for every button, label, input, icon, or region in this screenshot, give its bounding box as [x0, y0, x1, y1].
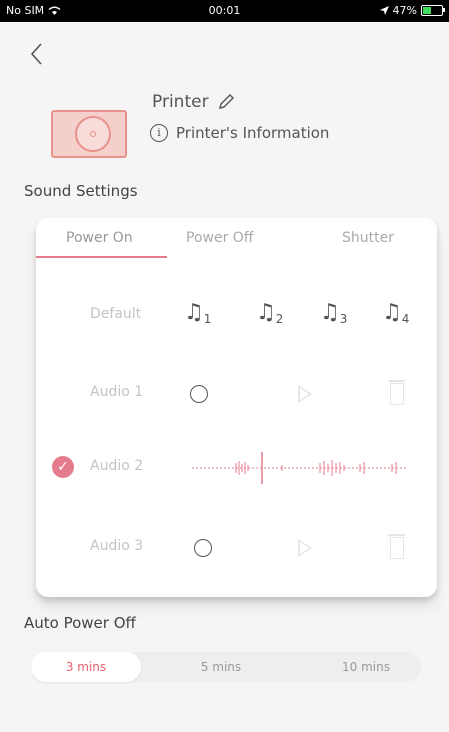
- printer-name-row[interactable]: Printer: [152, 92, 235, 112]
- option-10-mins[interactable]: 10 mins: [321, 652, 411, 682]
- printer-image: [51, 110, 127, 158]
- chevron-left-icon: [30, 43, 42, 65]
- sound-tabs: Power On Power Off Shutter: [36, 218, 437, 258]
- status-bar: No SIM 00:01 47%: [0, 0, 449, 22]
- checkmark-icon: ✓: [52, 456, 74, 478]
- music-note-icon[interactable]: ♫4: [382, 300, 409, 326]
- play-icon[interactable]: [298, 385, 312, 403]
- play-icon[interactable]: [298, 539, 312, 557]
- back-button[interactable]: [26, 40, 50, 68]
- printer-info-link[interactable]: i Printer's Information: [150, 124, 329, 142]
- sound-settings-title: Sound Settings: [24, 182, 138, 200]
- tab-power-off[interactable]: Power Off: [186, 230, 253, 246]
- printer-info-label: Printer's Information: [176, 124, 330, 142]
- active-tab-indicator: [36, 256, 167, 258]
- music-note-icon[interactable]: ♫3: [320, 300, 347, 326]
- tab-power-on[interactable]: Power On: [66, 230, 133, 246]
- printer-name: Printer: [152, 92, 209, 112]
- option-5-mins[interactable]: 5 mins: [181, 652, 261, 682]
- record-icon[interactable]: [190, 385, 208, 403]
- auto-power-off-selector: 3 mins 5 mins 10 mins: [31, 652, 421, 682]
- waveform-icon[interactable]: [192, 450, 408, 486]
- battery-percent: 47%: [392, 4, 417, 17]
- audio-label: Audio 1: [90, 384, 144, 400]
- audio-row-2[interactable]: ✓ Audio 2: [36, 448, 437, 488]
- pencil-icon[interactable]: [217, 93, 235, 111]
- record-icon[interactable]: [194, 539, 212, 557]
- audio-label: Audio 3: [90, 538, 144, 554]
- audio-label: Audio 2: [90, 458, 144, 474]
- battery-icon: [421, 5, 445, 16]
- location-arrow-icon: [379, 6, 389, 15]
- audio-row-1[interactable]: Audio 1: [36, 374, 437, 414]
- music-note-icon[interactable]: ♫1: [184, 300, 211, 326]
- trash-icon[interactable]: [388, 380, 405, 405]
- tab-shutter[interactable]: Shutter: [342, 230, 394, 246]
- music-note-icon[interactable]: ♫2: [256, 300, 283, 326]
- audio-row-3[interactable]: Audio 3: [36, 528, 437, 568]
- default-sound-row: Default ♫1 ♫2 ♫3 ♫4: [36, 296, 437, 336]
- trash-icon[interactable]: [388, 534, 405, 559]
- auto-power-off-title: Auto Power Off: [24, 614, 136, 632]
- default-label: Default: [90, 306, 142, 322]
- sound-settings-card: Power On Power Off Shutter Default ♫1 ♫2…: [36, 218, 437, 597]
- info-icon: i: [150, 124, 168, 142]
- option-3-mins[interactable]: 3 mins: [31, 652, 141, 682]
- clock: 00:01: [208, 4, 241, 17]
